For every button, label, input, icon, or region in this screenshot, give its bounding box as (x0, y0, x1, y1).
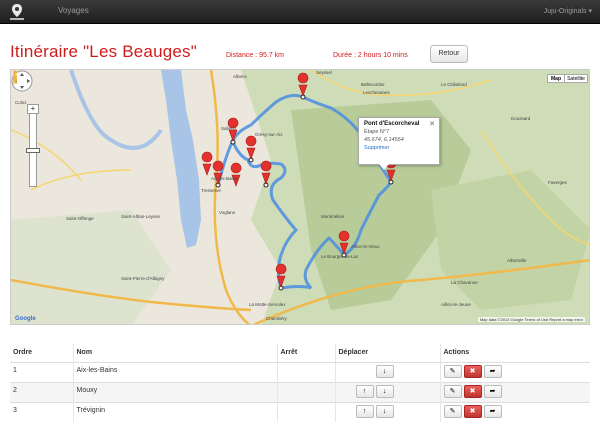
place-label: Culoz (15, 100, 27, 105)
place-label: Saint-Alban-Leysse (121, 214, 161, 219)
move-down-button[interactable]: ↓ (375, 404, 394, 418)
place-label: Aillon-le-Vieux (351, 244, 380, 249)
table-header-row: Ordre Nom Arrêt Déplacer Actions (10, 344, 590, 363)
route-map[interactable]: Albens Seyssel Culoz Sallerin Grésy-sur-… (10, 69, 590, 325)
info-coords: 45.674, 6.14554 (364, 137, 404, 143)
map-pin-logo-icon[interactable] (8, 3, 26, 21)
place-label: Albertville (507, 258, 527, 263)
row-order: 1 (10, 361, 73, 382)
place-label: Bellecombe (361, 82, 385, 87)
place-label: Le Châtelard (441, 82, 467, 87)
map-locate-button[interactable]: ➦ (483, 404, 502, 418)
column-header-deplacer: Déplacer (334, 344, 440, 363)
row-move-cell: ↑ ↓ (334, 401, 440, 422)
place-label: Aillon-le-Jeune (441, 302, 471, 307)
row-actions-cell: ✎ ✖ ➦ (439, 361, 590, 382)
place-label: Voglans (219, 210, 236, 215)
move-up-button[interactable]: ↑ (355, 404, 374, 418)
top-navbar: Voyages Juju-Originals ▾ (0, 0, 600, 24)
row-stop (276, 361, 335, 382)
place-label: Chambéry (266, 316, 288, 321)
row-name: Aix-les-Bains (72, 361, 277, 382)
map-locate-button[interactable]: ➦ (483, 364, 502, 378)
delete-button[interactable]: ✖ (463, 364, 482, 378)
brand-link[interactable]: Voyages (58, 6, 89, 15)
place-label: Lescheraines (363, 90, 391, 95)
delete-button[interactable]: ✖ (463, 384, 482, 398)
move-down-button[interactable]: ↓ (375, 364, 394, 378)
row-name: Trévignin (72, 401, 277, 422)
delete-step-link[interactable]: Supprimer (364, 145, 434, 151)
google-logo: Google (15, 316, 36, 322)
row-order: 2 (10, 381, 73, 402)
place-label: Faverges (548, 180, 568, 185)
map-type-satellite-button[interactable]: Satellite (564, 74, 588, 83)
place-label: Grésy-sur-Aix (255, 132, 283, 137)
move-up-button[interactable]: ↑ (355, 384, 374, 398)
map-canvas[interactable]: Albens Seyssel Culoz Sallerin Grésy-sur-… (11, 70, 590, 325)
move-down-button[interactable]: ↓ (375, 384, 394, 398)
info-step: Étape N°7 (364, 129, 390, 135)
place-label: Sallerin (221, 126, 237, 131)
place-label: La Chavanne (451, 280, 478, 285)
row-stop (276, 401, 335, 422)
edit-button[interactable]: ✎ (443, 364, 462, 378)
map-type-map-button[interactable]: Map (547, 74, 565, 83)
duration-text: Durée : 2 hours 10 mins (333, 52, 408, 59)
row-order: 3 (10, 401, 73, 422)
edit-button[interactable]: ✎ (443, 384, 462, 398)
steps-table: Ordre Nom Arrêt Déplacer Actions 1 Aix-l… (10, 344, 590, 422)
user-name: Juju-Originals (543, 8, 587, 15)
distance-text: Distance : 95.7 km (226, 52, 284, 59)
row-name: Mouxy (72, 381, 277, 402)
row-move-cell: ↑ ↓ (334, 381, 440, 402)
map-locate-button[interactable]: ➦ (483, 384, 502, 398)
row-move-cell: ↓ (334, 361, 440, 382)
column-header-actions: Actions (439, 344, 590, 363)
zoom-slider-thumb[interactable] (26, 148, 40, 153)
marker-info-window: Pont d'Escorcheval Étape N°7 45.674, 6.1… (358, 117, 440, 170)
place-label: Albens (233, 74, 248, 79)
row-actions-cell: ✎ ✖ ➦ (439, 401, 590, 422)
edit-button[interactable]: ✎ (443, 404, 462, 418)
table-row: 1 Aix-les-Bains ↓ ✎ ✖ ➦ (10, 361, 590, 382)
pegman-icon[interactable] (11, 70, 19, 84)
page-title: Itinéraire "Les Beauges" (10, 42, 197, 61)
place-label: Tresserve (201, 188, 221, 193)
column-header-arret: Arrêt (276, 344, 335, 363)
row-actions-cell: ✎ ✖ ➦ (439, 381, 590, 402)
user-menu[interactable]: Juju-Originals ▾ (544, 7, 592, 15)
close-icon[interactable]: ✕ (429, 120, 435, 128)
zoom-slider[interactable] (29, 107, 37, 187)
row-stop (276, 381, 335, 402)
table-row: 3 Trévignin ↑ ↓ ✎ ✖ ➦ (10, 401, 590, 422)
info-title: Pont d'Escorcheval (364, 121, 420, 127)
place-label: Seyssel (316, 70, 332, 75)
place-label: Le Bourget-du-Lac (321, 254, 359, 259)
map-attribution[interactable]: Map data ©2013 Google Terms of Use Repor… (477, 317, 585, 322)
table-row: 2 Mouxy ↑ ↓ ✎ ✖ ➦ (10, 381, 590, 402)
place-label: Aix-les-Bains (211, 176, 238, 181)
column-header-nom: Nom (72, 344, 277, 363)
delete-button[interactable]: ✖ (463, 404, 482, 418)
place-label: La Motte-Servolex (249, 302, 286, 307)
place-label: Doussard (511, 116, 531, 121)
zoom-in-button[interactable]: + (27, 104, 39, 114)
place-label: Saint-Offenge (66, 216, 94, 221)
place-label: Saint-Pierre-d'Albigny (121, 276, 165, 281)
place-label: Montmélian (321, 214, 345, 219)
caret-down-icon: ▾ (588, 8, 592, 15)
back-button[interactable]: Retour (430, 45, 468, 63)
column-header-ordre: Ordre (10, 344, 73, 363)
info-window-tail (379, 164, 389, 170)
